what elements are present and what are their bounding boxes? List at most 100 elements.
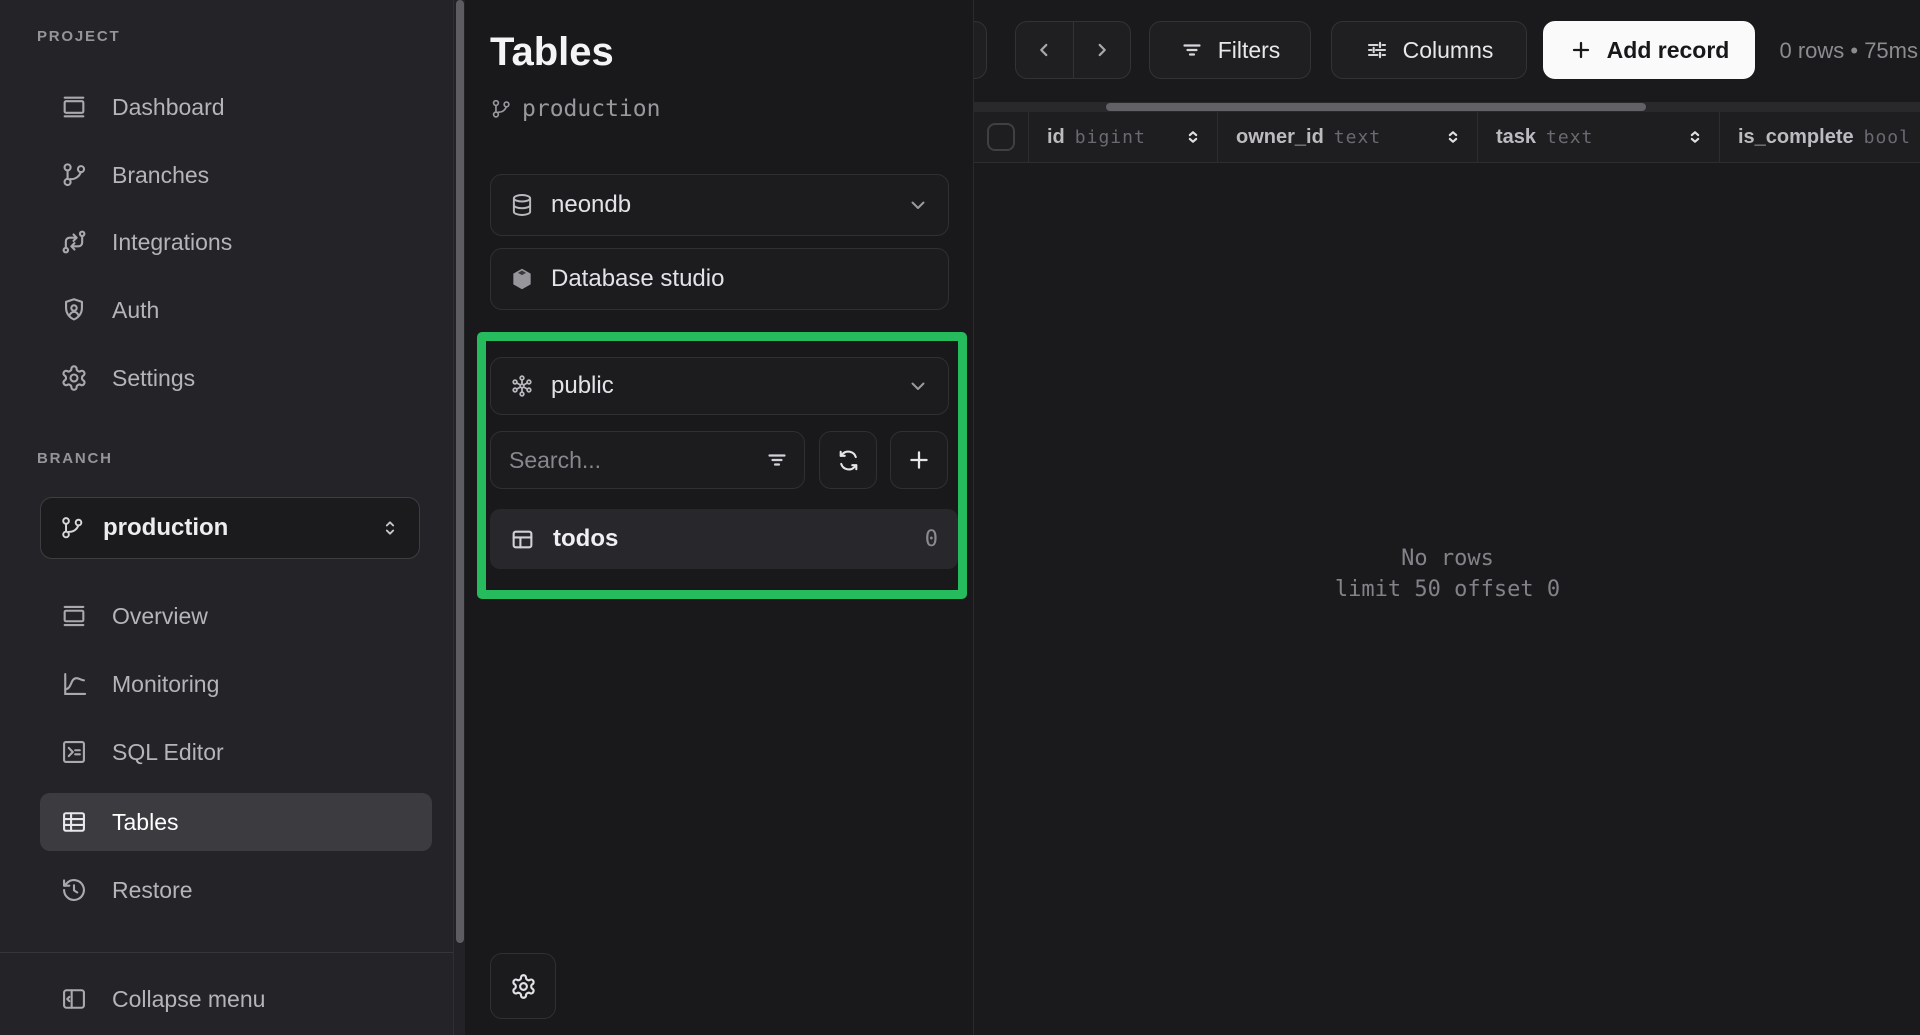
- column-type: bool: [1864, 127, 1911, 148]
- add-table-button[interactable]: [890, 431, 948, 489]
- columns-button[interactable]: Columns: [1331, 21, 1527, 79]
- table-icon: [60, 808, 88, 836]
- filters-button[interactable]: Filters: [1149, 21, 1311, 79]
- sidebar-item-label: Monitoring: [112, 671, 219, 698]
- sidebar-item-label: Settings: [112, 365, 195, 392]
- table-search: [490, 431, 805, 489]
- gear-icon: [60, 364, 88, 392]
- chevron-right-icon: [1091, 39, 1113, 61]
- add-record-label: Add record: [1607, 37, 1730, 64]
- panel-title: Tables: [490, 30, 614, 75]
- clipped-toolbar-button[interactable]: [973, 21, 987, 79]
- chevron-left-icon: [1033, 39, 1055, 61]
- column-name: owner_id: [1236, 126, 1324, 149]
- sidebar-item-restore[interactable]: Restore: [40, 861, 432, 919]
- auth-shield-icon: [60, 296, 88, 324]
- column-header-is-complete[interactable]: is_complete bool: [1720, 112, 1920, 162]
- table-row-count: 0: [925, 527, 938, 552]
- chevron-up-down-icon: [379, 517, 401, 539]
- dashboard-icon: [60, 93, 88, 121]
- add-record-button[interactable]: Add record: [1543, 21, 1755, 79]
- sidebar-item-label: Overview: [112, 603, 208, 630]
- monitoring-icon: [60, 670, 88, 698]
- plus-icon: [1569, 38, 1593, 62]
- schema-selector-value: public: [551, 372, 614, 400]
- database-selector-value: neondb: [551, 191, 631, 219]
- filter-lines-icon[interactable]: [765, 448, 789, 472]
- sidebar-item-dashboard[interactable]: Dashboard: [40, 78, 432, 136]
- columns-button-label: Columns: [1403, 37, 1494, 64]
- grid-header-row: id bigint owner_id text task text is_com…: [974, 112, 1920, 163]
- table-icon: [510, 527, 535, 552]
- cube-icon: [509, 266, 535, 292]
- rows-info-status: 0 rows • 75ms: [1779, 38, 1918, 64]
- sidebar-item-sql-editor[interactable]: SQL Editor: [40, 723, 432, 781]
- sidebar-item-label: SQL Editor: [112, 739, 224, 766]
- panel-collapse-icon: [60, 985, 88, 1013]
- chevron-down-icon: [906, 193, 930, 217]
- filter-lines-icon: [1180, 38, 1204, 62]
- overview-icon: [60, 602, 88, 630]
- database-icon: [509, 192, 535, 218]
- branch-breadcrumb: production: [490, 96, 660, 122]
- restore-history-icon: [60, 876, 88, 904]
- filters-button-label: Filters: [1218, 37, 1281, 64]
- sort-icon[interactable]: [1685, 127, 1705, 147]
- sidebar-item-label: Dashboard: [112, 94, 225, 121]
- chevron-down-icon: [906, 374, 930, 398]
- branch-selector-value: production: [103, 514, 228, 542]
- column-name: is_complete: [1738, 126, 1854, 149]
- sliders-icon: [1365, 38, 1389, 62]
- project-section-label: PROJECT: [37, 28, 120, 45]
- sidebar-item-settings[interactable]: Settings: [40, 349, 432, 407]
- sidebar-item-label: Tables: [112, 809, 178, 836]
- sort-icon[interactable]: [1443, 127, 1463, 147]
- data-grid-panel: Filters Columns Add record 0 rows • 75ms…: [973, 0, 1920, 1035]
- plus-icon: [906, 447, 932, 473]
- column-header-task[interactable]: task text: [1478, 112, 1720, 162]
- integrations-icon: [60, 228, 88, 256]
- sidebar-item-integrations[interactable]: Integrations: [40, 213, 432, 271]
- column-header-owner-id[interactable]: owner_id text: [1218, 112, 1478, 162]
- sidebar-item-label: Integrations: [112, 229, 232, 256]
- studio-button-label: Database studio: [551, 265, 724, 293]
- empty-state-line2: limit 50 offset 0: [974, 574, 1920, 605]
- schema-selector[interactable]: public: [490, 357, 949, 415]
- column-header-id[interactable]: id bigint: [1029, 112, 1218, 162]
- database-studio-button[interactable]: Database studio: [490, 248, 949, 310]
- select-all-cell: [974, 112, 1029, 162]
- refresh-tables-button[interactable]: [819, 431, 877, 489]
- table-list-item-todos[interactable]: todos 0: [490, 509, 958, 569]
- sidebar-item-auth[interactable]: Auth: [40, 281, 432, 339]
- git-branch-icon: [490, 98, 512, 120]
- sidebar-item-monitoring[interactable]: Monitoring: [40, 655, 432, 713]
- database-selector[interactable]: neondb: [490, 174, 949, 236]
- column-type: text: [1546, 127, 1593, 148]
- empty-state-line1: No rows: [974, 543, 1920, 574]
- refresh-icon: [836, 448, 861, 473]
- sidebar-scrollbar[interactable]: [453, 0, 465, 1035]
- table-search-input[interactable]: [490, 431, 805, 489]
- sidebar-scrollbar-thumb[interactable]: [456, 0, 464, 943]
- horizontal-scrollbar[interactable]: [974, 102, 1920, 112]
- collapse-menu-button[interactable]: Collapse menu: [40, 970, 432, 1028]
- horizontal-scrollbar-thumb[interactable]: [1106, 103, 1646, 111]
- sql-editor-icon: [60, 738, 88, 766]
- sidebar-item-label: Auth: [112, 297, 159, 324]
- sort-icon[interactable]: [1183, 127, 1203, 147]
- branch-breadcrumb-label: production: [522, 96, 660, 122]
- panel-settings-button[interactable]: [490, 953, 556, 1019]
- project-sidebar: PROJECT Dashboard Branches Integrations …: [0, 0, 453, 1035]
- sidebar-item-branches[interactable]: Branches: [40, 146, 432, 204]
- select-all-checkbox[interactable]: [987, 123, 1015, 151]
- column-type: text: [1334, 127, 1381, 148]
- next-page-button[interactable]: [1073, 22, 1130, 78]
- branch-selector[interactable]: production: [40, 497, 420, 559]
- sidebar-item-tables[interactable]: Tables: [40, 793, 432, 851]
- git-branch-icon: [60, 161, 88, 189]
- gear-icon: [510, 973, 537, 1000]
- column-type: bigint: [1075, 127, 1146, 148]
- prev-page-button[interactable]: [1016, 22, 1073, 78]
- sidebar-item-overview[interactable]: Overview: [40, 587, 432, 645]
- branch-section-label: BRANCH: [37, 450, 113, 467]
